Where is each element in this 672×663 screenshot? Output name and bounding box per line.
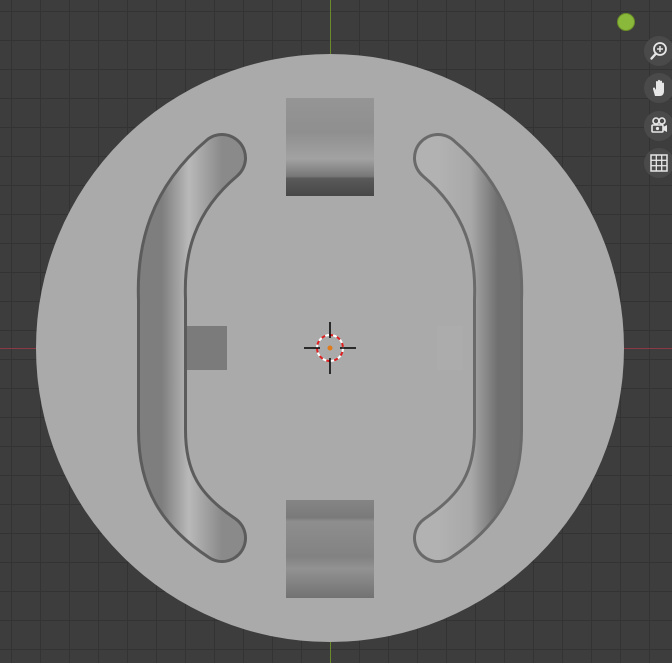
left-notch[interactable] — [187, 326, 227, 370]
bottom-block[interactable] — [286, 500, 374, 598]
zoom-icon — [650, 42, 667, 60]
zoom-button[interactable] — [644, 36, 672, 66]
top-block[interactable] — [286, 98, 374, 196]
pan-hand-icon — [652, 79, 664, 96]
camera-view-button[interactable] — [644, 111, 672, 141]
grid-view-icon — [650, 154, 668, 172]
camera-view-icon — [651, 117, 667, 133]
right-notch[interactable] — [437, 326, 463, 370]
viewport-scene[interactable] — [0, 0, 672, 663]
pan-button[interactable] — [644, 73, 672, 103]
grid-view-button[interactable] — [644, 148, 672, 178]
z-axis-gizmo-ball[interactable] — [617, 13, 635, 31]
